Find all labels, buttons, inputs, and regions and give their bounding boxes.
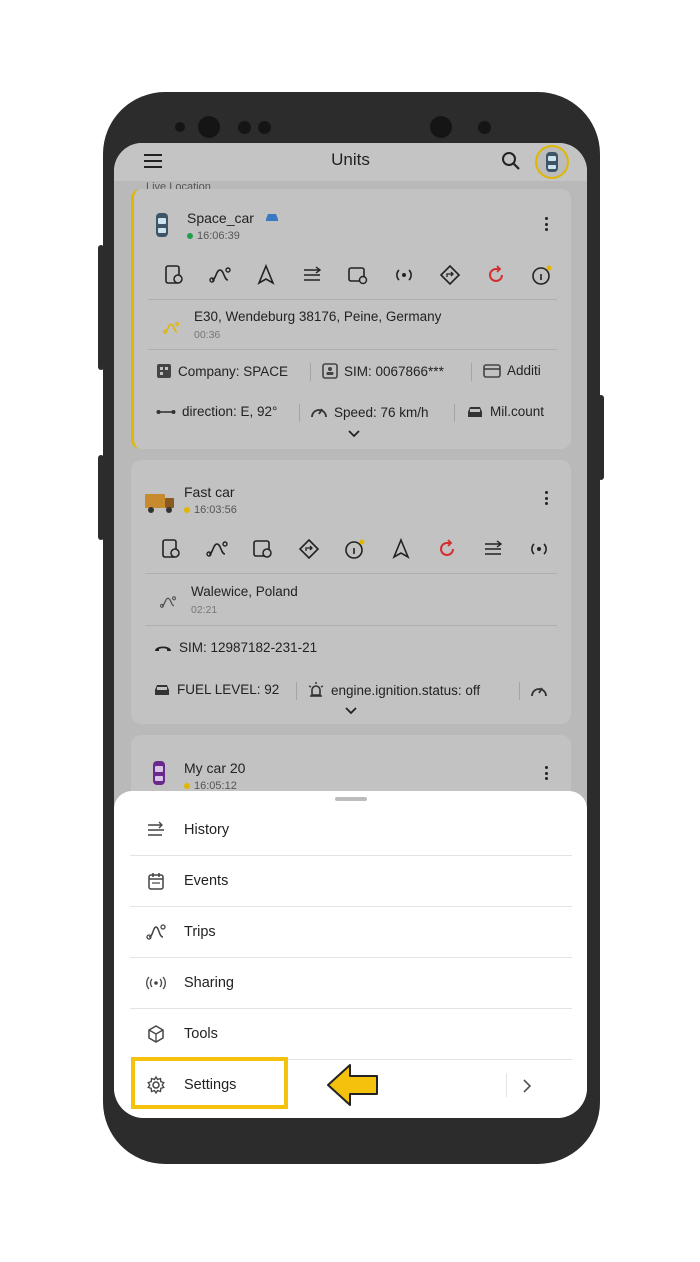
video-icon[interactable] xyxy=(251,537,275,561)
navigation-icon[interactable] xyxy=(254,263,278,287)
card-icon xyxy=(483,363,501,378)
status-dot xyxy=(184,507,190,514)
ignition-info: engine.ignition.status: off xyxy=(307,682,480,698)
unit-address: E30, Wendeburg 38176, Peine, Germany xyxy=(194,309,442,324)
chevron-right-icon[interactable] xyxy=(506,1073,536,1097)
car-type-icon xyxy=(266,214,278,221)
events-icon xyxy=(148,873,164,890)
status-dot xyxy=(184,783,190,790)
truck-icon xyxy=(145,494,174,513)
refresh-alert-icon[interactable] xyxy=(435,537,459,561)
unit-name: Fast car xyxy=(184,484,235,500)
company-icon xyxy=(157,364,171,378)
history-icon[interactable] xyxy=(481,537,505,561)
sheet-item-label: Sharing xyxy=(184,975,234,991)
top-app-bar: Units xyxy=(114,143,587,181)
address-time: 02:21 xyxy=(191,604,218,616)
sensor-bar xyxy=(103,116,600,153)
car-icon xyxy=(153,761,165,785)
refresh-alert-icon[interactable] xyxy=(484,263,508,287)
settings-highlight xyxy=(131,1057,288,1109)
car-icon xyxy=(156,213,168,237)
sharing-icon[interactable] xyxy=(392,263,416,287)
history-icon[interactable] xyxy=(300,263,324,287)
sheet-item-label: Tools xyxy=(184,1026,218,1042)
route-icon[interactable] xyxy=(438,263,462,287)
status-dot xyxy=(187,233,193,240)
sharing-icon[interactable] xyxy=(527,537,551,561)
avatar[interactable] xyxy=(535,145,569,179)
sharing-icon xyxy=(146,976,166,990)
speed-info: Speed: 76 km/h xyxy=(310,404,429,420)
info-star-icon[interactable] xyxy=(343,537,367,561)
sheet-item-events[interactable]: Events xyxy=(130,856,572,907)
action-row xyxy=(159,537,565,565)
sheet-item-sharing[interactable]: Sharing xyxy=(130,958,572,1009)
sim-info: SIM: 0067866*** xyxy=(322,363,444,379)
car-icon xyxy=(546,152,558,172)
sheet-item-trips[interactable]: Trips xyxy=(130,907,572,958)
speedometer-icon xyxy=(311,408,327,418)
fuel-info: FUEL LEVEL: 92 xyxy=(153,682,279,697)
trips-icon[interactable] xyxy=(208,263,232,287)
expand-icon[interactable] xyxy=(348,430,360,438)
ignition-icon xyxy=(308,682,324,697)
unit-card-space-car[interactable]: Space_car 16:06:39 E30, Wendeburg 38176,… xyxy=(131,189,571,449)
app-screen: Units Live Location Space_car 16:06:39 E… xyxy=(114,143,587,1118)
unit-address: Walewice, Poland xyxy=(191,584,298,599)
sheet-item-history[interactable]: History xyxy=(130,805,572,856)
mileage-info: Mil.count xyxy=(466,404,544,419)
car-icon xyxy=(468,406,482,417)
more-options-icon[interactable] xyxy=(545,766,549,780)
tools-icon xyxy=(148,1025,164,1043)
trips-icon xyxy=(162,322,180,334)
info-row: Company: SPACE SIM: 0067866*** Additi xyxy=(156,361,571,383)
action-row xyxy=(162,263,565,291)
sim-icon xyxy=(322,363,338,379)
unit-time: 16:03:56 xyxy=(184,504,237,516)
address-time: 00:36 xyxy=(194,329,221,341)
unit-card-fast-car[interactable]: Fast car 16:03:56 Walewice, Poland 02:21… xyxy=(131,460,571,724)
info-star-icon[interactable] xyxy=(530,263,554,287)
info-row: SIM: 12987182-231-21 xyxy=(153,638,571,660)
route-icon[interactable] xyxy=(297,537,321,561)
sim-info: SIM: 12987182-231-21 xyxy=(153,640,317,655)
pointer-arrow-icon xyxy=(327,1064,378,1106)
phone-icon xyxy=(155,646,171,651)
navigation-icon[interactable] xyxy=(389,537,413,561)
more-options-icon[interactable] xyxy=(545,217,549,231)
unit-name: Space_car xyxy=(187,210,254,226)
expand-icon[interactable] xyxy=(345,707,357,715)
history-icon xyxy=(148,821,164,836)
direction-icon xyxy=(156,409,176,414)
trips-icon xyxy=(159,596,177,608)
sheet-item-tools[interactable]: Tools xyxy=(130,1009,572,1060)
sheet-item-label: Trips xyxy=(184,924,216,940)
unit-name: My car 20 xyxy=(184,760,246,776)
trips-icon xyxy=(146,924,166,940)
info-row: direction: E, 92° Speed: 76 km/h Mil.cou… xyxy=(156,402,571,424)
unit-time: 16:06:39 xyxy=(187,230,240,242)
company-info: Company: SPACE xyxy=(156,363,288,379)
report-icon[interactable] xyxy=(159,537,183,561)
search-icon[interactable] xyxy=(501,151,521,171)
trips-icon[interactable] xyxy=(205,537,229,561)
additional-info: Additi xyxy=(483,363,541,378)
sheet-item-label: Events xyxy=(184,873,229,889)
sheet-handle[interactable] xyxy=(335,797,367,801)
speedometer-icon xyxy=(531,687,547,697)
direction-info: direction: E, 92° xyxy=(156,404,277,419)
more-options-icon[interactable] xyxy=(545,491,549,505)
sheet-item-label: History xyxy=(184,822,230,838)
info-row: FUEL LEVEL: 92 engine.ignition.status: o… xyxy=(153,680,571,702)
report-icon[interactable] xyxy=(162,263,186,287)
commands-icon[interactable] xyxy=(346,263,370,287)
car-icon xyxy=(155,684,169,695)
